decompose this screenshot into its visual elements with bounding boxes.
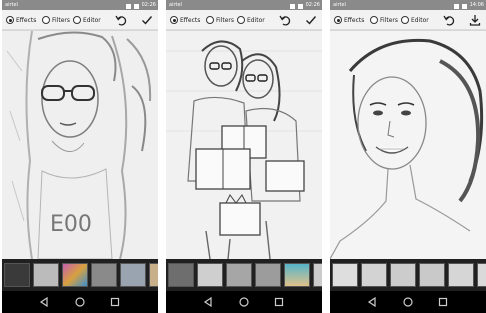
effect-thumb[interactable]	[332, 263, 358, 287]
option-filters[interactable]: Filters	[206, 14, 234, 26]
option-effects[interactable]: Effects	[6, 14, 36, 26]
home-icon[interactable]	[403, 297, 413, 307]
undo-icon[interactable]	[279, 14, 291, 26]
effects-strip	[330, 259, 486, 291]
home-icon[interactable]	[75, 297, 85, 307]
signal-icon	[453, 3, 459, 9]
effect-thumb[interactable]	[477, 263, 486, 287]
toolbar: Effects Filters Editor	[330, 10, 486, 30]
recents-icon[interactable]	[438, 297, 448, 307]
effects-strip	[2, 259, 158, 291]
back-icon[interactable]	[39, 297, 49, 307]
effect-thumb[interactable]	[226, 263, 252, 287]
home-icon[interactable]	[239, 297, 249, 307]
recents-icon[interactable]	[274, 297, 284, 307]
effect-thumb[interactable]	[149, 263, 158, 287]
nav-bar	[330, 291, 486, 313]
radio-editor[interactable]	[73, 16, 81, 24]
battery-icon	[461, 3, 467, 9]
option-editor[interactable]: Editor	[73, 14, 101, 26]
toolbar: Effects Filters Editor	[166, 10, 322, 30]
nav-bar	[2, 291, 158, 313]
radio-effects[interactable]	[6, 16, 14, 24]
check-icon[interactable]	[141, 14, 153, 26]
effect-thumb[interactable]	[255, 263, 281, 287]
status-bar: airtel 14:06	[330, 0, 486, 10]
radio-filters[interactable]	[206, 16, 214, 24]
clock: 02:26	[305, 2, 320, 8]
option-filters[interactable]: Filters	[42, 14, 70, 26]
nav-bar	[166, 291, 322, 313]
effect-thumb[interactable]	[4, 263, 30, 287]
effect-thumb[interactable]	[361, 263, 387, 287]
radio-editor[interactable]	[237, 16, 245, 24]
option-editor-label: Editor	[411, 16, 429, 24]
option-editor-label: Editor	[83, 16, 101, 24]
option-filters-label: Filters	[216, 16, 234, 24]
option-editor-label: Editor	[247, 16, 265, 24]
toolbar: Effects Filters Editor	[2, 10, 158, 30]
option-effects-label: Effects	[180, 16, 201, 24]
effect-thumb[interactable]	[91, 263, 117, 287]
screen-2: airtel 02:26 Effects Filters Editor	[166, 0, 322, 313]
effect-thumb[interactable]	[197, 263, 223, 287]
effect-thumb[interactable]	[448, 263, 474, 287]
effect-thumb[interactable]	[313, 263, 322, 287]
sketch-preview[interactable]	[166, 31, 322, 259]
radio-filters[interactable]	[42, 16, 50, 24]
radio-editor[interactable]	[401, 16, 409, 24]
recents-icon[interactable]	[110, 297, 120, 307]
clock: 02:26	[141, 2, 156, 8]
option-effects[interactable]: Effects	[334, 14, 364, 26]
screen-1: airtel 02:26 Effects Filters Editor E00	[2, 0, 158, 313]
sketch-preview[interactable]: E00	[2, 31, 158, 259]
effects-strip	[166, 259, 322, 291]
effect-thumb[interactable]	[62, 263, 88, 287]
effect-thumb[interactable]	[33, 263, 59, 287]
option-editor[interactable]: Editor	[401, 14, 429, 26]
undo-icon[interactable]	[443, 14, 455, 26]
status-bar: airtel 02:26	[2, 0, 158, 10]
sketch-preview[interactable]	[330, 31, 486, 259]
option-filters-label: Filters	[52, 16, 70, 24]
sketch-image: E00	[2, 31, 158, 259]
radio-effects[interactable]	[170, 16, 178, 24]
screen-3: airtel 14:06 Effects Filters Editor	[330, 0, 486, 313]
effect-thumb[interactable]	[390, 263, 416, 287]
carrier-label: airtel	[333, 2, 346, 8]
svg-text:E00: E00	[50, 212, 92, 237]
option-filters[interactable]: Filters	[370, 14, 398, 26]
effect-thumb[interactable]	[168, 263, 194, 287]
check-icon[interactable]	[305, 14, 317, 26]
option-filters-label: Filters	[380, 16, 398, 24]
battery-icon	[297, 3, 303, 9]
effect-thumb[interactable]	[284, 263, 310, 287]
sketch-image	[330, 31, 486, 259]
option-effects-label: Effects	[344, 16, 365, 24]
option-effects-label: Effects	[16, 16, 37, 24]
battery-icon	[133, 3, 139, 9]
radio-effects[interactable]	[334, 16, 342, 24]
effect-thumb[interactable]	[120, 263, 146, 287]
clock: 14:06	[469, 2, 484, 8]
back-icon[interactable]	[367, 297, 377, 307]
signal-icon	[289, 3, 295, 9]
sketch-image	[166, 31, 322, 259]
option-editor[interactable]: Editor	[237, 14, 265, 26]
option-effects[interactable]: Effects	[170, 14, 200, 26]
back-icon[interactable]	[203, 297, 213, 307]
status-bar: airtel 02:26	[166, 0, 322, 10]
effect-thumb[interactable]	[419, 263, 445, 287]
carrier-label: airtel	[5, 2, 18, 8]
radio-filters[interactable]	[370, 16, 378, 24]
carrier-label: airtel	[169, 2, 182, 8]
undo-icon[interactable]	[115, 14, 127, 26]
signal-icon	[125, 3, 131, 9]
download-icon[interactable]	[469, 14, 481, 26]
